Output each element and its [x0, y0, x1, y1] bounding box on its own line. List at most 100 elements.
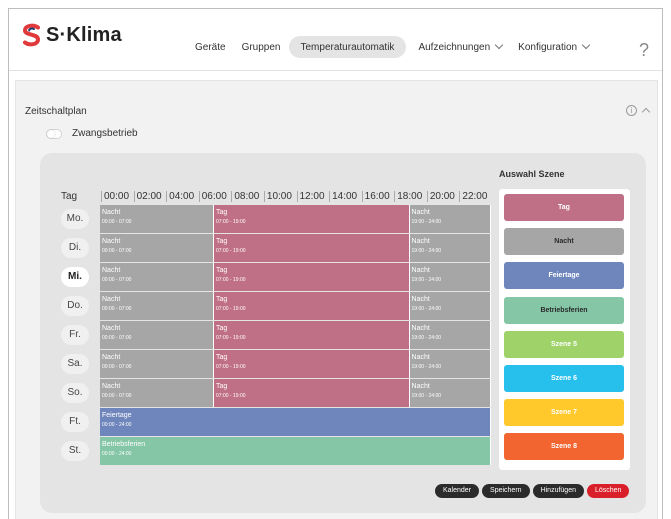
schedule-row: Ft. Feiertage 00:00 - 24:00: [49, 408, 491, 437]
block-time-range: 00:00 - 07:00: [102, 219, 132, 225]
hour-tick-label: 12:00: [296, 191, 325, 202]
day-label: Do.: [61, 296, 89, 316]
block-time-range: 19:00 - 24:00: [411, 248, 441, 254]
schedule-block-nacht[interactable]: Nacht 19:00 - 24:00: [409, 350, 491, 378]
delete-button[interactable]: Löschen: [586, 484, 630, 498]
schedule-block-feiertage[interactable]: Feiertage 00:00 - 24:00: [100, 408, 491, 436]
schedule-block-tag[interactable]: Tag 07:00 - 19:00: [214, 321, 410, 349]
schedule-row: Fr. Nacht 00:00 - 07:00 Tag 07:00 - 19:00 Nac…: [49, 321, 491, 350]
scene-button-szene7[interactable]: Szene 7: [504, 399, 624, 427]
block-time-range: 19:00 - 24:00: [411, 364, 441, 370]
nav-item-gruppen[interactable]: Gruppen: [242, 36, 281, 58]
schedule-block-nacht[interactable]: Nacht 19:00 - 24:00: [409, 263, 491, 291]
block-scene-name: Nacht: [102, 383, 121, 390]
block-scene-name: Nacht: [411, 325, 430, 332]
nav-item-temperaturautomatik[interactable]: Temperaturautomatik: [288, 36, 407, 58]
schedule-block-nacht[interactable]: Nacht 00:00 - 07:00: [100, 205, 215, 233]
block-time-range: 00:00 - 07:00: [102, 248, 132, 254]
day-label: Mi.: [61, 267, 89, 287]
block-scene-name: Nacht: [102, 267, 121, 274]
block-time-range: 00:00 - 24:00: [102, 451, 132, 457]
schedule-block-nacht[interactable]: Nacht 00:00 - 07:00: [100, 350, 215, 378]
save-button[interactable]: Speichern: [482, 484, 530, 498]
schedule-block-nacht[interactable]: Nacht 00:00 - 07:00: [100, 379, 215, 407]
schedule-block-tag[interactable]: Tag 07:00 - 19:00: [214, 263, 410, 291]
scene-button-feiertage[interactable]: Feiertage: [504, 262, 624, 290]
block-time-range: 00:00 - 24:00: [102, 422, 132, 428]
block-time-range: 07:00 - 19:00: [216, 335, 246, 341]
block-scene-name: Nacht: [411, 354, 430, 361]
schedule-row: Mi. Nacht 00:00 - 07:00 Tag 07:00 - 19:00 Nac…: [49, 263, 491, 292]
block-scene-name: Nacht: [411, 209, 430, 216]
scene-panel-title: Auswahl Szene: [499, 169, 565, 179]
schedule-block-nacht[interactable]: Nacht 19:00 - 24:00: [409, 205, 491, 233]
schedule-block-tag[interactable]: Tag 07:00 - 19:00: [214, 350, 410, 378]
schedule-block-tag[interactable]: Tag 07:00 - 19:00: [214, 292, 410, 320]
app-window: S·Klima Geräte Gruppen Temperaturautomatik…: [8, 8, 663, 519]
block-scene-name: Nacht: [102, 296, 121, 303]
block-time-range: 00:00 - 07:00: [102, 364, 132, 370]
schedule-block-nacht[interactable]: Nacht 19:00 - 24:00: [409, 321, 491, 349]
schedule-block-nacht[interactable]: Nacht 00:00 - 07:00: [100, 292, 215, 320]
action-bar: Kalender Speichern Hinzufügen Löschen: [435, 484, 630, 498]
scene-button-szene5[interactable]: Szene 5: [504, 330, 624, 358]
nav-item-konfiguration[interactable]: Konfiguration: [518, 36, 591, 58]
block-time-range: 07:00 - 19:00: [216, 277, 246, 283]
block-time-range: 07:00 - 19:00: [216, 248, 246, 254]
scene-button-betriebsferien[interactable]: Betriebsferien: [504, 296, 624, 324]
collapse-chevron-icon[interactable]: [641, 107, 651, 117]
schedule-block-nacht[interactable]: Nacht 00:00 - 07:00: [100, 234, 215, 262]
schedule-block-nacht[interactable]: Nacht 00:00 - 07:00: [100, 321, 215, 349]
block-scene-name: Nacht: [102, 325, 121, 332]
day-label: Mo.: [61, 209, 89, 229]
block-time-range: 00:00 - 07:00: [102, 393, 132, 399]
nav-item-label: Geräte: [195, 41, 226, 53]
scene-button-szene8[interactable]: Szene 8: [504, 433, 624, 461]
nav-item-label: Konfiguration: [518, 41, 578, 53]
info-icon[interactable]: i: [626, 105, 637, 116]
schedule-block-tag[interactable]: Tag 07:00 - 19:00: [214, 205, 410, 233]
brand-name: S·Klima: [46, 23, 122, 46]
block-time-range: 00:00 - 07:00: [102, 335, 132, 341]
top-navigation-bar: S·Klima Geräte Gruppen Temperaturautomatik…: [9, 9, 662, 71]
block-scene-name: Nacht: [411, 267, 430, 274]
block-scene-name: Tag: [216, 354, 228, 361]
help-icon[interactable]: ?: [639, 40, 649, 61]
forced-mode-label: Zwangsbetrieb: [72, 128, 138, 139]
brand-logo[interactable]: S·Klima: [21, 23, 122, 47]
schedule-block-nacht[interactable]: Nacht 19:00 - 24:00: [409, 379, 491, 407]
chevron-down-icon: [581, 40, 591, 50]
hour-tick-label: 08:00: [231, 191, 260, 202]
forced-mode-toggle[interactable]: [46, 129, 62, 139]
schedule-block-tag[interactable]: Tag 07:00 - 19:00: [214, 379, 410, 407]
scene-button-szene6[interactable]: Szene 6: [504, 365, 624, 392]
block-scene-name: Nacht: [102, 354, 121, 361]
block-scene-name: Nacht: [411, 238, 430, 245]
scene-button-tag[interactable]: Tag: [504, 194, 624, 221]
nav-item-ger-te[interactable]: Geräte: [195, 36, 226, 58]
calendar-button[interactable]: Kalender: [435, 484, 480, 498]
section-title: Zeitschaltplan: [25, 106, 87, 117]
block-scene-name: Tag: [216, 209, 228, 216]
s-klima-logo-icon: [22, 23, 41, 47]
block-scene-name: Feiertage: [102, 412, 132, 419]
hour-tick-label: 14:00: [329, 191, 358, 202]
schedule-block-nacht[interactable]: Nacht 19:00 - 24:00: [409, 292, 491, 320]
schedule-block-nacht[interactable]: Nacht 19:00 - 24:00: [409, 234, 491, 262]
block-scene-name: Tag: [216, 238, 228, 245]
schedule-row: Do. Nacht 00:00 - 07:00 Tag 07:00 - 19:00 Nac…: [49, 292, 491, 321]
schedule-block-nacht[interactable]: Nacht 00:00 - 07:00: [100, 263, 215, 291]
nav-item-aufzeichnungen[interactable]: Aufzeichnungen: [418, 36, 504, 58]
schedule-block-tag[interactable]: Tag 07:00 - 19:00: [214, 234, 410, 262]
schedule-row: Mo. Nacht 00:00 - 07:00 Tag 07:00 - 19:00 Nac…: [49, 205, 491, 234]
block-time-range: 07:00 - 19:00: [216, 393, 246, 399]
nav-item-label: Aufzeichnungen: [418, 41, 491, 53]
chevron-down-icon: [494, 40, 504, 50]
block-scene-name: Nacht: [411, 383, 430, 390]
main-nav: Geräte Gruppen Temperaturautomatik Aufzeich…: [195, 36, 605, 58]
schedule-block-betriebsferien[interactable]: Betriebsferien 00:00 - 24:00: [100, 437, 491, 465]
schedule-row: Sa. Nacht 00:00 - 07:00 Tag 07:00 - 19:00 Nac…: [49, 350, 491, 379]
block-time-range: 19:00 - 24:00: [411, 393, 441, 399]
scene-button-nacht[interactable]: Nacht: [504, 228, 624, 256]
add-button[interactable]: Hinzufügen: [532, 484, 584, 498]
